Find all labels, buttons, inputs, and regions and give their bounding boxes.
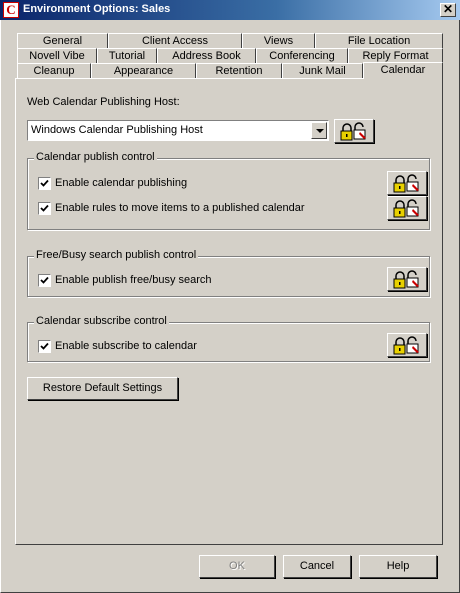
- lock-icon: [393, 174, 419, 193]
- group-subscribe-control: Calendar subscribe control Enable subscr…: [27, 315, 430, 362]
- publishing-host-label: Web Calendar Publishing Host:: [27, 96, 180, 108]
- tab-client-access[interactable]: Client Access: [108, 33, 242, 48]
- tab-conferencing[interactable]: Conferencing: [256, 48, 348, 63]
- group-freebusy-title: Free/Busy search publish control: [34, 249, 199, 261]
- group-freebusy-control: Free/Busy search publish control Enable …: [27, 249, 430, 297]
- group-subscribe-title: Calendar subscribe control: [34, 315, 169, 327]
- group-publish-title: Calendar publish control: [34, 151, 157, 163]
- lock-icon: [393, 270, 419, 289]
- checkbox-box[interactable]: [38, 340, 51, 353]
- tab-retention[interactable]: Retention: [196, 63, 282, 78]
- tab-calendar[interactable]: Calendar: [363, 62, 443, 79]
- tab-junk-mail[interactable]: Junk Mail: [282, 63, 363, 78]
- lock-button-publishing-host[interactable]: [334, 119, 374, 143]
- checkbox-label: Enable calendar publishing: [55, 177, 188, 189]
- tab-views[interactable]: Views: [242, 33, 315, 48]
- lock-button-freebusy[interactable]: [387, 267, 427, 291]
- tab-reply-format[interactable]: Reply Format: [348, 48, 443, 63]
- publishing-host-select[interactable]: Windows Calendar Publishing Host: [27, 120, 329, 141]
- lock-button-subscribe[interactable]: [387, 333, 427, 357]
- group-publish-control: Calendar publish control Enable calendar…: [27, 151, 430, 230]
- tab-panel: [15, 78, 443, 545]
- cancel-button[interactable]: Cancel: [283, 555, 351, 578]
- ok-button[interactable]: OK: [199, 555, 275, 578]
- check-icon: [40, 204, 49, 212]
- lock-button-rules-move[interactable]: [387, 196, 427, 220]
- app-icon: C: [3, 2, 19, 18]
- close-button[interactable]: ✕: [440, 3, 456, 17]
- tab-file-location[interactable]: File Location: [315, 33, 443, 48]
- publishing-host-value: Windows Calendar Publishing Host: [31, 124, 203, 136]
- checkbox-label: Enable rules to move items to a publishe…: [55, 202, 305, 214]
- lock-icon: [340, 122, 366, 141]
- checkbox-label: Enable publish free/busy search: [55, 274, 212, 286]
- lock-button-calendar-publishing[interactable]: [387, 171, 427, 195]
- tab-general[interactable]: General: [17, 33, 108, 48]
- restore-default-settings-button[interactable]: Restore Default Settings: [27, 377, 178, 400]
- title-bar: C Environment Options: Sales ✕: [0, 0, 460, 20]
- chevron-down-icon[interactable]: [311, 122, 327, 139]
- check-icon: [40, 342, 49, 350]
- check-icon: [40, 276, 49, 284]
- checkbox-box[interactable]: [38, 177, 51, 190]
- tab-appearance[interactable]: Appearance: [91, 63, 196, 78]
- lock-icon: [393, 199, 419, 218]
- help-button[interactable]: Help: [359, 555, 437, 578]
- checkbox-label: Enable subscribe to calendar: [55, 340, 197, 352]
- checkbox-box[interactable]: [38, 274, 51, 287]
- tab-novell-vibe[interactable]: Novell Vibe: [17, 48, 97, 63]
- window-title: Environment Options: Sales: [23, 3, 171, 15]
- tab-cleanup[interactable]: Cleanup: [17, 63, 91, 78]
- tab-tutorial[interactable]: Tutorial: [97, 48, 157, 63]
- check-icon: [40, 179, 49, 187]
- tab-address-book[interactable]: Address Book: [157, 48, 256, 63]
- checkbox-box[interactable]: [38, 202, 51, 215]
- lock-icon: [393, 336, 419, 355]
